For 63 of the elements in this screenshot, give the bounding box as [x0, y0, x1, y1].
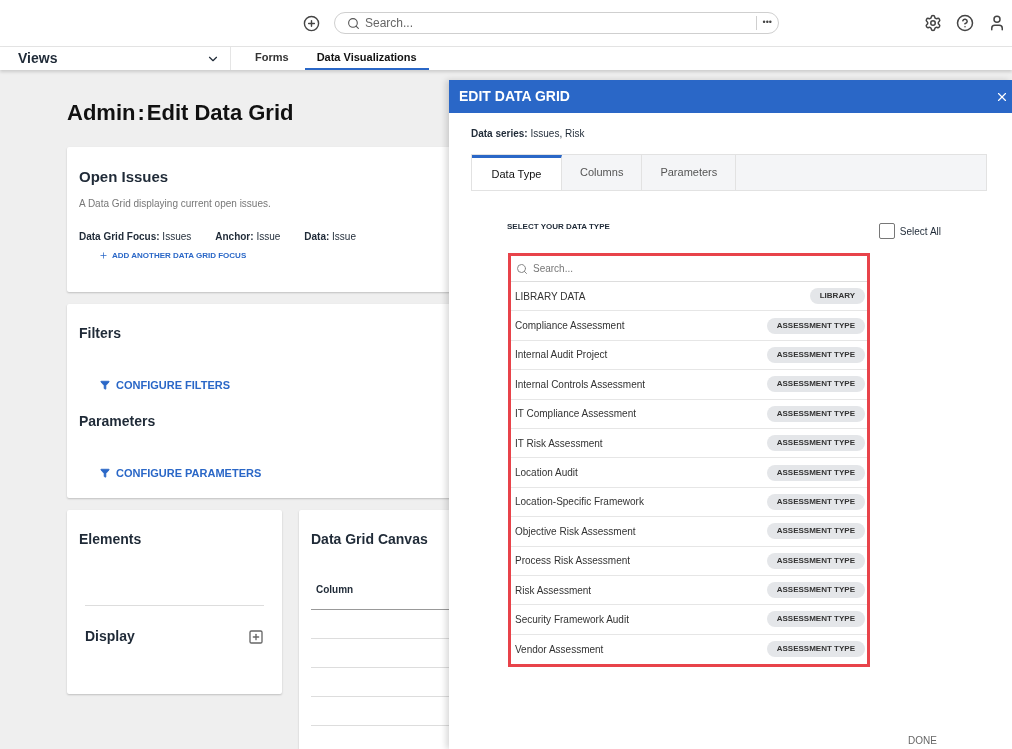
- data-type-row[interactable]: Compliance Assessment ASSESSMENT TYPE: [511, 311, 867, 341]
- type-tag: ASSESSMENT TYPE: [766, 611, 865, 628]
- panel-tab[interactable]: Columns: [562, 155, 643, 190]
- page-title: Admin:Edit Data Grid: [67, 99, 294, 127]
- nav-tab[interactable]: Data Visualizations: [304, 47, 429, 70]
- list-search-field[interactable]: Search...: [533, 261, 867, 276]
- card-title: Open Issues: [79, 167, 169, 187]
- data-type-row[interactable]: IT Compliance Assessment ASSESSMENT TYPE: [511, 399, 867, 429]
- data-type-row[interactable]: IT Risk Assessment ASSESSMENT TYPE: [511, 428, 867, 459]
- data-type-row[interactable]: Security Framework Audit ASSESSMENT TYPE: [511, 605, 867, 635]
- card-description: A Data Grid displaying current open issues.: [79, 196, 272, 211]
- data-type-row[interactable]: Internal Audit Project ASSESSMENT TYPE: [511, 340, 867, 371]
- type-tag: ASSESSMENT TYPE: [766, 641, 865, 658]
- data-type-row[interactable]: LIBRARY DATA LIBRARY: [511, 282, 867, 312]
- data-type-row[interactable]: Risk Assessment ASSESSMENT TYPE: [511, 575, 867, 606]
- panel-tab[interactable]: Data Type: [472, 155, 562, 190]
- type-tag: ASSESSMENT TYPE: [766, 493, 865, 510]
- type-tag: ASSESSMENT TYPE: [766, 464, 865, 481]
- configure-filters-link[interactable]: CONFIGURE FILTERS: [100, 377, 231, 394]
- data-type-row[interactable]: Vendor Assessment ASSESSMENT TYPE: [511, 634, 867, 665]
- add-icon[interactable]: [303, 14, 320, 32]
- focus-field: Data: Issue: [304, 228, 356, 244]
- configure-parameters-link[interactable]: CONFIGURE PARAMETERS: [100, 464, 262, 481]
- settings-icon[interactable]: [924, 14, 942, 32]
- panel-tab[interactable]: Parameters: [642, 155, 737, 190]
- more-button[interactable]: •••: [755, 16, 778, 30]
- display-label: Display: [85, 627, 135, 646]
- done-button[interactable]: DONE: [908, 733, 937, 748]
- type-tag: ASSESSMENT TYPE: [766, 346, 865, 363]
- type-tag: ASSESSMENT TYPE: [766, 582, 865, 599]
- type-tag: LIBRARY: [809, 288, 865, 305]
- section-title: SELECT YOUR DATA TYPE: [507, 221, 610, 233]
- type-tag: ASSESSMENT TYPE: [766, 523, 865, 540]
- search-icon: [516, 262, 528, 275]
- select-all-checkbox[interactable]: Select All: [878, 223, 941, 239]
- type-tag: ASSESSMENT TYPE: [766, 317, 865, 334]
- focus-field: Data Grid Focus: Issues: [79, 228, 192, 244]
- focus-field: Anchor: Issue: [215, 228, 281, 244]
- data-series-text: Data series: Issues, Risk: [471, 127, 586, 141]
- card-title: Elements: [79, 530, 143, 549]
- plus-icon: [99, 251, 108, 260]
- data-type-row[interactable]: Location-Specific Framework ASSESSMENT TYPE: [511, 487, 867, 518]
- data-type-row[interactable]: Location Audit ASSESSMENT TYPE: [511, 458, 867, 488]
- type-tag: ASSESSMENT TYPE: [766, 435, 865, 452]
- card-title: Parameters: [79, 411, 156, 431]
- data-type-row[interactable]: Internal Controls Assessment ASSESSMENT TYPE: [511, 370, 867, 400]
- views-dropdown[interactable]: Views: [0, 47, 231, 70]
- data-type-row[interactable]: Process Risk Assessment ASSESSMENT TYPE: [511, 546, 867, 576]
- panel-title: EDIT DATA GRID: [459, 87, 570, 106]
- user-icon[interactable]: [988, 14, 1006, 32]
- add-icon[interactable]: [248, 628, 264, 645]
- help-icon[interactable]: [956, 14, 974, 32]
- filter-icon: [100, 467, 110, 478]
- card-title: Data Grid Canvas: [311, 530, 428, 549]
- search-icon: [347, 16, 360, 30]
- nav-tab[interactable]: Forms: [243, 47, 301, 70]
- data-type-row[interactable]: Objective Risk Assessment ASSESSMENT TYPE: [511, 517, 867, 547]
- type-tag: ASSESSMENT TYPE: [766, 552, 865, 569]
- type-tag: ASSESSMENT TYPE: [766, 376, 865, 393]
- card-title: Filters: [79, 324, 121, 343]
- filter-icon: [100, 380, 110, 391]
- add-focus-link[interactable]: ADD ANOTHER DATA GRID FOCUS: [99, 249, 247, 262]
- type-tag: ASSESSMENT TYPE: [766, 405, 865, 422]
